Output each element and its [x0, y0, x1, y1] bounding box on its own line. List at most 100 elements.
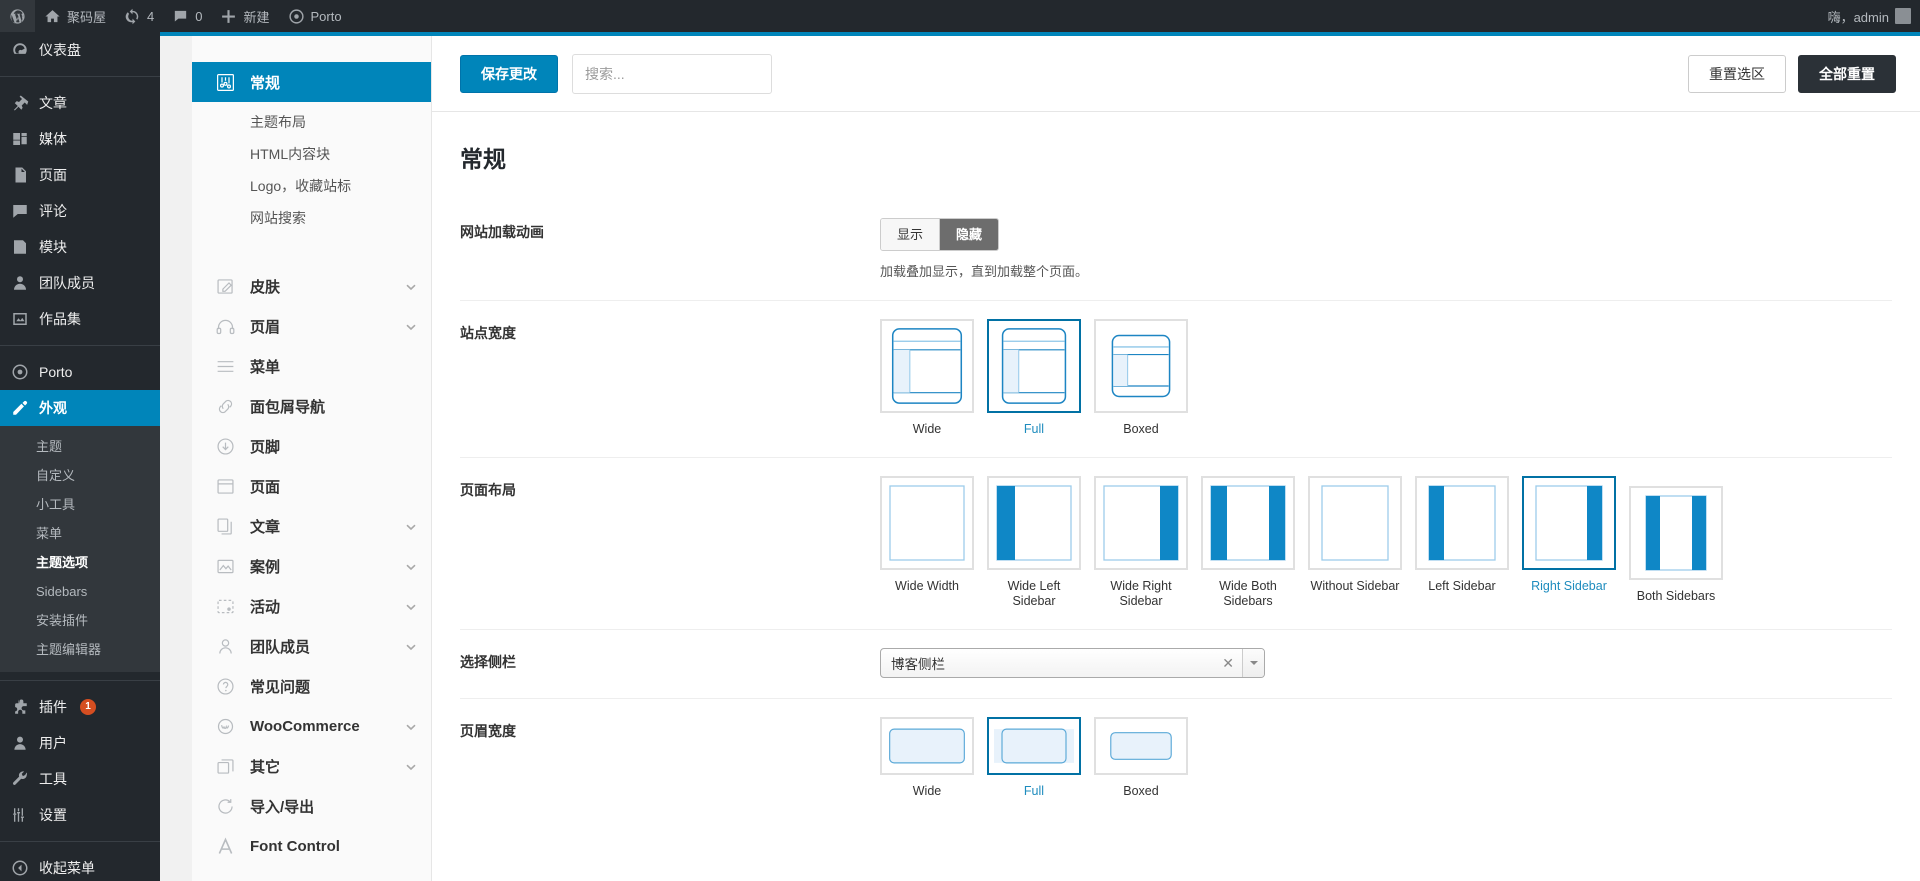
- sidebar-item-portfolio[interactable]: 作品集: [0, 301, 160, 337]
- save-changes-button[interactable]: 保存更改: [460, 55, 558, 93]
- adminbar-new-content[interactable]: 新建: [211, 0, 278, 32]
- choice-thumb: [1629, 486, 1723, 580]
- sidebar-item-modules[interactable]: 模块: [0, 229, 160, 265]
- sidebar-item-tools[interactable]: 工具: [0, 761, 160, 797]
- field-control: Wide Full Boxed: [880, 717, 1892, 799]
- sidebar-item-plugins[interactable]: 插件 1: [0, 689, 160, 725]
- reset-all-button[interactable]: 全部重置: [1798, 55, 1896, 93]
- submenu-sidebars[interactable]: Sidebars: [0, 577, 160, 606]
- sidebar-item-appearance[interactable]: 外观: [0, 390, 160, 426]
- optnav-item-menu[interactable]: 菜单: [192, 346, 431, 386]
- site-width-option-full[interactable]: Full: [987, 319, 1081, 437]
- optnav-sub-html-blocks[interactable]: HTML内容块: [192, 138, 431, 170]
- reset-section-button[interactable]: 重置选区: [1688, 55, 1786, 93]
- sliders-icon: [214, 71, 236, 93]
- optnav-item-event[interactable]: 活动: [192, 586, 431, 626]
- page-layout-option-wide-both-sidebars[interactable]: Wide Both Sidebars: [1201, 476, 1295, 609]
- site-width-option-boxed[interactable]: Boxed: [1094, 319, 1188, 437]
- field-label: 网站加载动画: [460, 224, 544, 240]
- optnav-item-page[interactable]: 页面: [192, 466, 431, 506]
- submenu-theme-options[interactable]: 主题选项: [0, 548, 160, 577]
- optnav-item-faq[interactable]: 常见问题: [192, 666, 431, 706]
- preloader-option-show[interactable]: 显示: [881, 219, 941, 250]
- close-icon[interactable]: ✕: [1214, 655, 1242, 672]
- adminbar-comments-count: 0: [195, 8, 203, 24]
- adminbar-wordpress-logo[interactable]: [0, 0, 35, 32]
- optnav-sub-logo-favicon[interactable]: Logo，收藏站标: [192, 170, 431, 202]
- optnav-item-import-export[interactable]: 导入/导出: [192, 786, 431, 826]
- sidebar-label: 模块: [39, 239, 67, 255]
- sidebar-item-dashboard[interactable]: 仪表盘: [0, 32, 160, 68]
- optnav-item-others[interactable]: 其它: [192, 746, 431, 786]
- optnav-item-general[interactable]: 常规: [192, 62, 431, 102]
- page-layout-option-wide-width[interactable]: Wide Width: [880, 476, 974, 609]
- adminbar-comments[interactable]: 0: [163, 0, 211, 32]
- adminbar-porto[interactable]: Porto: [279, 0, 351, 32]
- porto-icon: [10, 362, 30, 382]
- choice-label: Wide: [912, 422, 942, 436]
- layout-full-preview-icon: [1001, 328, 1067, 404]
- optnav-item-portfolio[interactable]: 案例: [192, 546, 431, 586]
- sidebar-item-settings[interactable]: 设置: [0, 797, 160, 833]
- optnav-label: 皮肤: [250, 278, 281, 296]
- page-layout-option-wide-right-sidebar[interactable]: Wide Right Sidebar: [1094, 476, 1188, 609]
- media-icon: [10, 129, 30, 149]
- search-input[interactable]: [572, 54, 772, 94]
- options-toolbar: 保存更改 重置选区 全部重置: [432, 36, 1920, 112]
- sidebar-item-pages[interactable]: 页面: [0, 157, 160, 193]
- sidebar-item-users[interactable]: 用户: [0, 725, 160, 761]
- optnav-item-woocommerce[interactable]: WooCommerce: [192, 706, 431, 746]
- page-layout-option-without-sidebar[interactable]: Without Sidebar: [1308, 476, 1402, 609]
- sidebar-item-team[interactable]: 团队成员: [0, 265, 160, 301]
- layout-wide-preview-icon: [891, 328, 963, 404]
- redux-panel: 常规 主题布局 HTML内容块 Logo，收藏站标 网站搜索 皮肤 页眉 菜单 …: [192, 36, 1920, 881]
- adminbar-site-name[interactable]: 聚码屋: [35, 0, 115, 32]
- optnav-spacer: [192, 244, 431, 266]
- submenu-install-plugins[interactable]: 安装插件: [0, 606, 160, 635]
- field-header-width: 页眉宽度 Wide Full Boxed: [460, 699, 1892, 819]
- submenu-menus[interactable]: 菜单: [0, 519, 160, 548]
- optnav-item-member[interactable]: 团队成员: [192, 626, 431, 666]
- sidebar-item-posts[interactable]: 文章: [0, 85, 160, 121]
- appearance-submenu: 主题 自定义 小工具 菜单 主题选项 Sidebars 安装插件 主题编辑器: [0, 426, 160, 672]
- submenu-themes[interactable]: 主题: [0, 432, 160, 461]
- sidebar-select[interactable]: 博客侧栏 ✕: [880, 648, 1265, 678]
- sidebar-label: 仪表盘: [39, 42, 81, 58]
- preloader-option-hide[interactable]: 隐藏: [940, 219, 999, 250]
- dashboard-icon: [10, 40, 30, 60]
- sidebar-item-collapse-menu[interactable]: 收起菜单: [0, 850, 160, 881]
- field-label: 选择侧栏: [460, 654, 516, 670]
- sidebar-item-comments[interactable]: 评论: [0, 193, 160, 229]
- submenu-customize[interactable]: 自定义: [0, 461, 160, 490]
- choice-thumb: [880, 476, 974, 570]
- optnav-item-header[interactable]: 页眉: [192, 306, 431, 346]
- chevron-down-icon[interactable]: [1242, 649, 1264, 677]
- page-layout-option-wide-left-sidebar[interactable]: Wide Left Sidebar: [987, 476, 1081, 609]
- adminbar-updates[interactable]: 4: [115, 0, 163, 32]
- choice-label: Wide Right Sidebar: [1110, 579, 1172, 608]
- site-width-option-wide[interactable]: Wide: [880, 319, 974, 437]
- optnav-item-post[interactable]: 文章: [192, 506, 431, 546]
- header-width-option-wide[interactable]: Wide: [880, 717, 974, 799]
- adminbar-my-account[interactable]: 嗨，admin: [1819, 0, 1920, 32]
- header-width-option-boxed[interactable]: Boxed: [1094, 717, 1188, 799]
- submenu-theme-editor[interactable]: 主题编辑器: [0, 635, 160, 664]
- page-layout-option-right-sidebar[interactable]: Right Sidebar: [1522, 476, 1616, 609]
- optnav-item-skin[interactable]: 皮肤: [192, 266, 431, 306]
- submenu-widgets[interactable]: 小工具: [0, 490, 160, 519]
- page-layout-option-left-sidebar[interactable]: Left Sidebar: [1415, 476, 1509, 609]
- sidebar-label: 插件: [39, 699, 67, 715]
- header-width-option-full[interactable]: Full: [987, 717, 1081, 799]
- optnav-item-font-control[interactable]: Font Control: [192, 826, 431, 866]
- page-layout-option-both-sidebars[interactable]: Both Sidebars: [1629, 486, 1723, 609]
- adminbar-right: 嗨，admin: [1819, 0, 1920, 32]
- sidebar-select-value: 博客侧栏: [891, 657, 945, 672]
- optnav-item-breadcrumb[interactable]: 面包屑导航: [192, 386, 431, 426]
- optnav-sub-theme-layout[interactable]: 主题布局: [192, 106, 431, 138]
- sidebar-item-porto[interactable]: Porto: [0, 354, 160, 390]
- optnav-item-footer[interactable]: 页脚: [192, 426, 431, 466]
- preloader-toggle-group[interactable]: 显示 隐藏: [880, 218, 1000, 251]
- sidebar-item-media[interactable]: 媒体: [0, 121, 160, 157]
- optnav-sub-site-search[interactable]: 网站搜索: [192, 202, 431, 234]
- choice-label: Wide Width: [895, 579, 959, 593]
